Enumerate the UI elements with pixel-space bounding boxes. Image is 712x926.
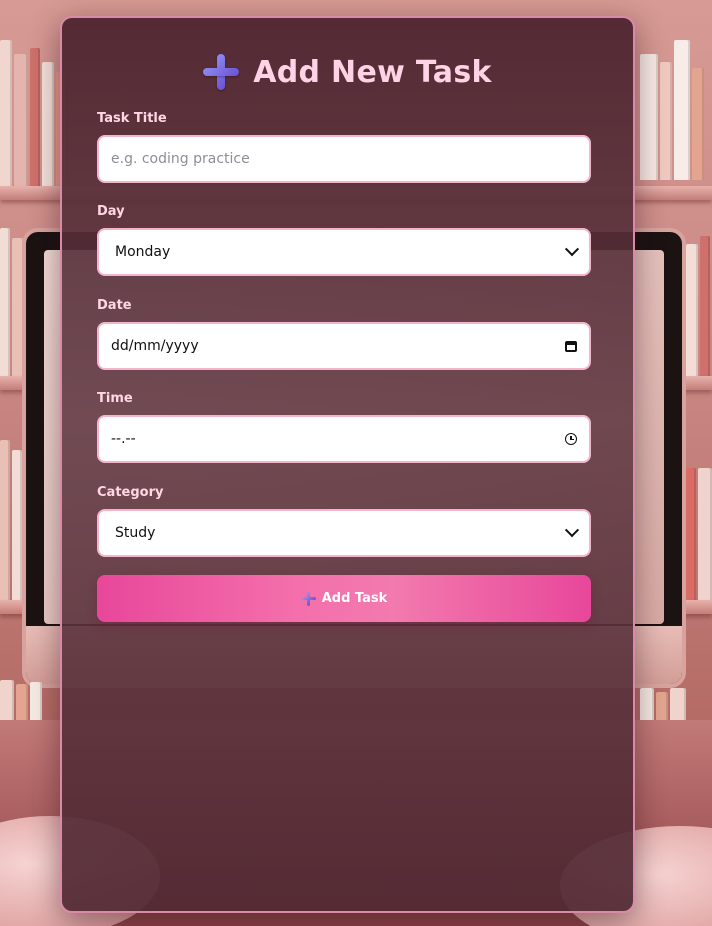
calendar-icon[interactable] (565, 340, 577, 352)
add-task-button-label: Add Task (321, 591, 388, 606)
bookshelf-lower-right (686, 468, 712, 602)
bookshelf-top-left (0, 40, 68, 190)
day-select-value: Monday (115, 244, 171, 260)
task-title-input[interactable]: e.g. coding practice (97, 135, 591, 183)
clock-icon[interactable] (565, 433, 577, 445)
task-title-label: Task Title (97, 111, 167, 126)
chevron-down-icon (564, 523, 580, 538)
date-label: Date (97, 298, 132, 313)
bookshelf-bottom-right (640, 688, 686, 722)
date-input-value: dd/mm/yyyy (111, 338, 199, 354)
bookshelf-bottom-left (0, 680, 42, 720)
add-task-panel: Add New Task Task Title e.g. coding prac… (60, 16, 635, 913)
time-input-value: --.-- (111, 431, 136, 447)
form-title: Add New Task (253, 54, 492, 90)
bookshelf-lower-left (0, 440, 22, 600)
bookshelf-middle-left (0, 228, 24, 378)
category-select-value: Study (115, 525, 156, 541)
task-title-placeholder: e.g. coding practice (111, 151, 250, 167)
time-input[interactable]: --.-- (97, 415, 591, 463)
form-header: Add New Task (62, 54, 633, 90)
plus-icon (300, 591, 316, 606)
time-label: Time (97, 391, 133, 406)
add-task-button[interactable]: Add Task (97, 575, 591, 622)
category-select[interactable]: Study (97, 509, 591, 557)
category-label: Category (97, 485, 164, 500)
chevron-down-icon (564, 242, 580, 257)
plus-icon (203, 54, 240, 90)
day-label: Day (97, 204, 125, 219)
date-input[interactable]: dd/mm/yyyy (97, 322, 591, 370)
bookshelf-middle-right (686, 236, 710, 384)
day-select[interactable]: Monday (97, 228, 591, 276)
bookshelf-top-right (640, 40, 704, 180)
